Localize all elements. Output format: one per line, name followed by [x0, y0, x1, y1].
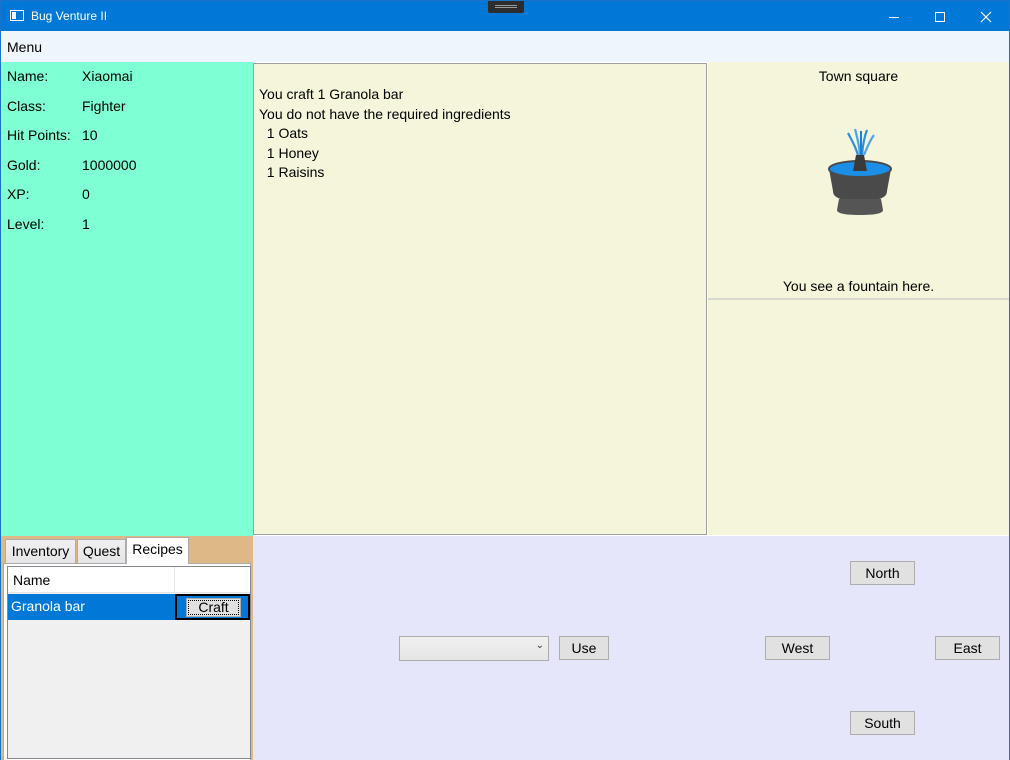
recipe-name: Granola bar	[11, 598, 85, 614]
minimize-icon	[889, 16, 899, 18]
recipes-grid[interactable]: Name Granola bar Craft	[7, 566, 251, 759]
stat-value: 10	[82, 127, 98, 143]
tab-recipes[interactable]: Recipes	[126, 537, 189, 564]
title-bar[interactable]: Bug Venture II	[1, 1, 1009, 31]
message-line: You do not have the required ingredients	[259, 105, 511, 122]
minimize-button[interactable]	[871, 1, 917, 31]
empty-info-panel	[708, 300, 1009, 535]
consumables-dropdown[interactable]: ⌄	[399, 636, 549, 661]
move-east-button[interactable]: East	[935, 636, 1000, 660]
stat-label: Name:	[7, 68, 49, 84]
close-button[interactable]	[963, 1, 1009, 31]
grid-header: Name	[8, 567, 250, 593]
maximize-icon	[935, 12, 945, 23]
window-title: Bug Venture II	[31, 9, 108, 23]
stat-label: Gold:	[7, 157, 41, 173]
location-description: You see a fountain here.	[782, 278, 935, 294]
column-header-name[interactable]: Name	[8, 567, 175, 593]
message-line: 1 Honey	[259, 144, 319, 161]
app-icon	[10, 10, 24, 21]
move-south-button[interactable]: South	[850, 711, 915, 735]
location-name: Town square	[818, 68, 899, 84]
chevron-down-icon: ⌄	[535, 640, 544, 651]
stat-label: Level:	[7, 216, 45, 232]
stat-label: XP:	[7, 186, 30, 202]
game-messages[interactable]: You craft 1 Granola bar You do not have …	[253, 63, 707, 535]
player-data-tabs: Inventory Quest Recipes Name Granola bar…	[1, 536, 253, 760]
maximize-button[interactable]	[917, 1, 963, 31]
tab-inventory[interactable]: Inventory	[5, 539, 76, 563]
fountain-icon	[828, 128, 892, 215]
stat-value: 1	[82, 216, 90, 232]
move-north-button[interactable]: North	[850, 561, 915, 585]
stat-value: Xiaomai	[82, 68, 133, 84]
column-header-action[interactable]	[175, 567, 250, 593]
stat-label: Class:	[7, 98, 46, 114]
app-window: Bug Venture II Menu Name: Xiaomai Class:…	[0, 0, 1010, 760]
stat-value: Fighter	[82, 98, 126, 114]
menu-bar: Menu	[1, 31, 1009, 62]
message-line: 1 Raisins	[259, 164, 325, 180]
player-stats-panel: Name: Xiaomai Class: Fighter Hit Points:…	[1, 62, 253, 536]
close-icon	[980, 11, 992, 23]
table-row[interactable]: Granola bar Craft	[8, 594, 250, 620]
message-line: 1 Oats	[259, 125, 309, 141]
move-west-button[interactable]: West	[765, 636, 830, 660]
menu-item-menu[interactable]: Menu	[7, 39, 42, 55]
location-panel: Town square You see a fountain here.	[708, 62, 1009, 298]
tab-quest[interactable]: Quest	[77, 539, 126, 563]
title-grip-icon[interactable]	[488, 1, 524, 13]
stat-value: 1000000	[82, 157, 137, 173]
action-controls: ⌄ Use North West East South	[253, 536, 1009, 760]
recipes-tab-content: Name Granola bar Craft	[3, 563, 251, 760]
craft-button[interactable]: Craft	[186, 598, 241, 617]
use-button[interactable]: Use	[559, 636, 609, 660]
stat-label: Hit Points:	[7, 127, 71, 143]
recipe-action-cell: Craft	[175, 594, 250, 620]
message-line: You craft 1 Granola bar	[259, 86, 404, 102]
stat-value: 0	[82, 186, 90, 202]
